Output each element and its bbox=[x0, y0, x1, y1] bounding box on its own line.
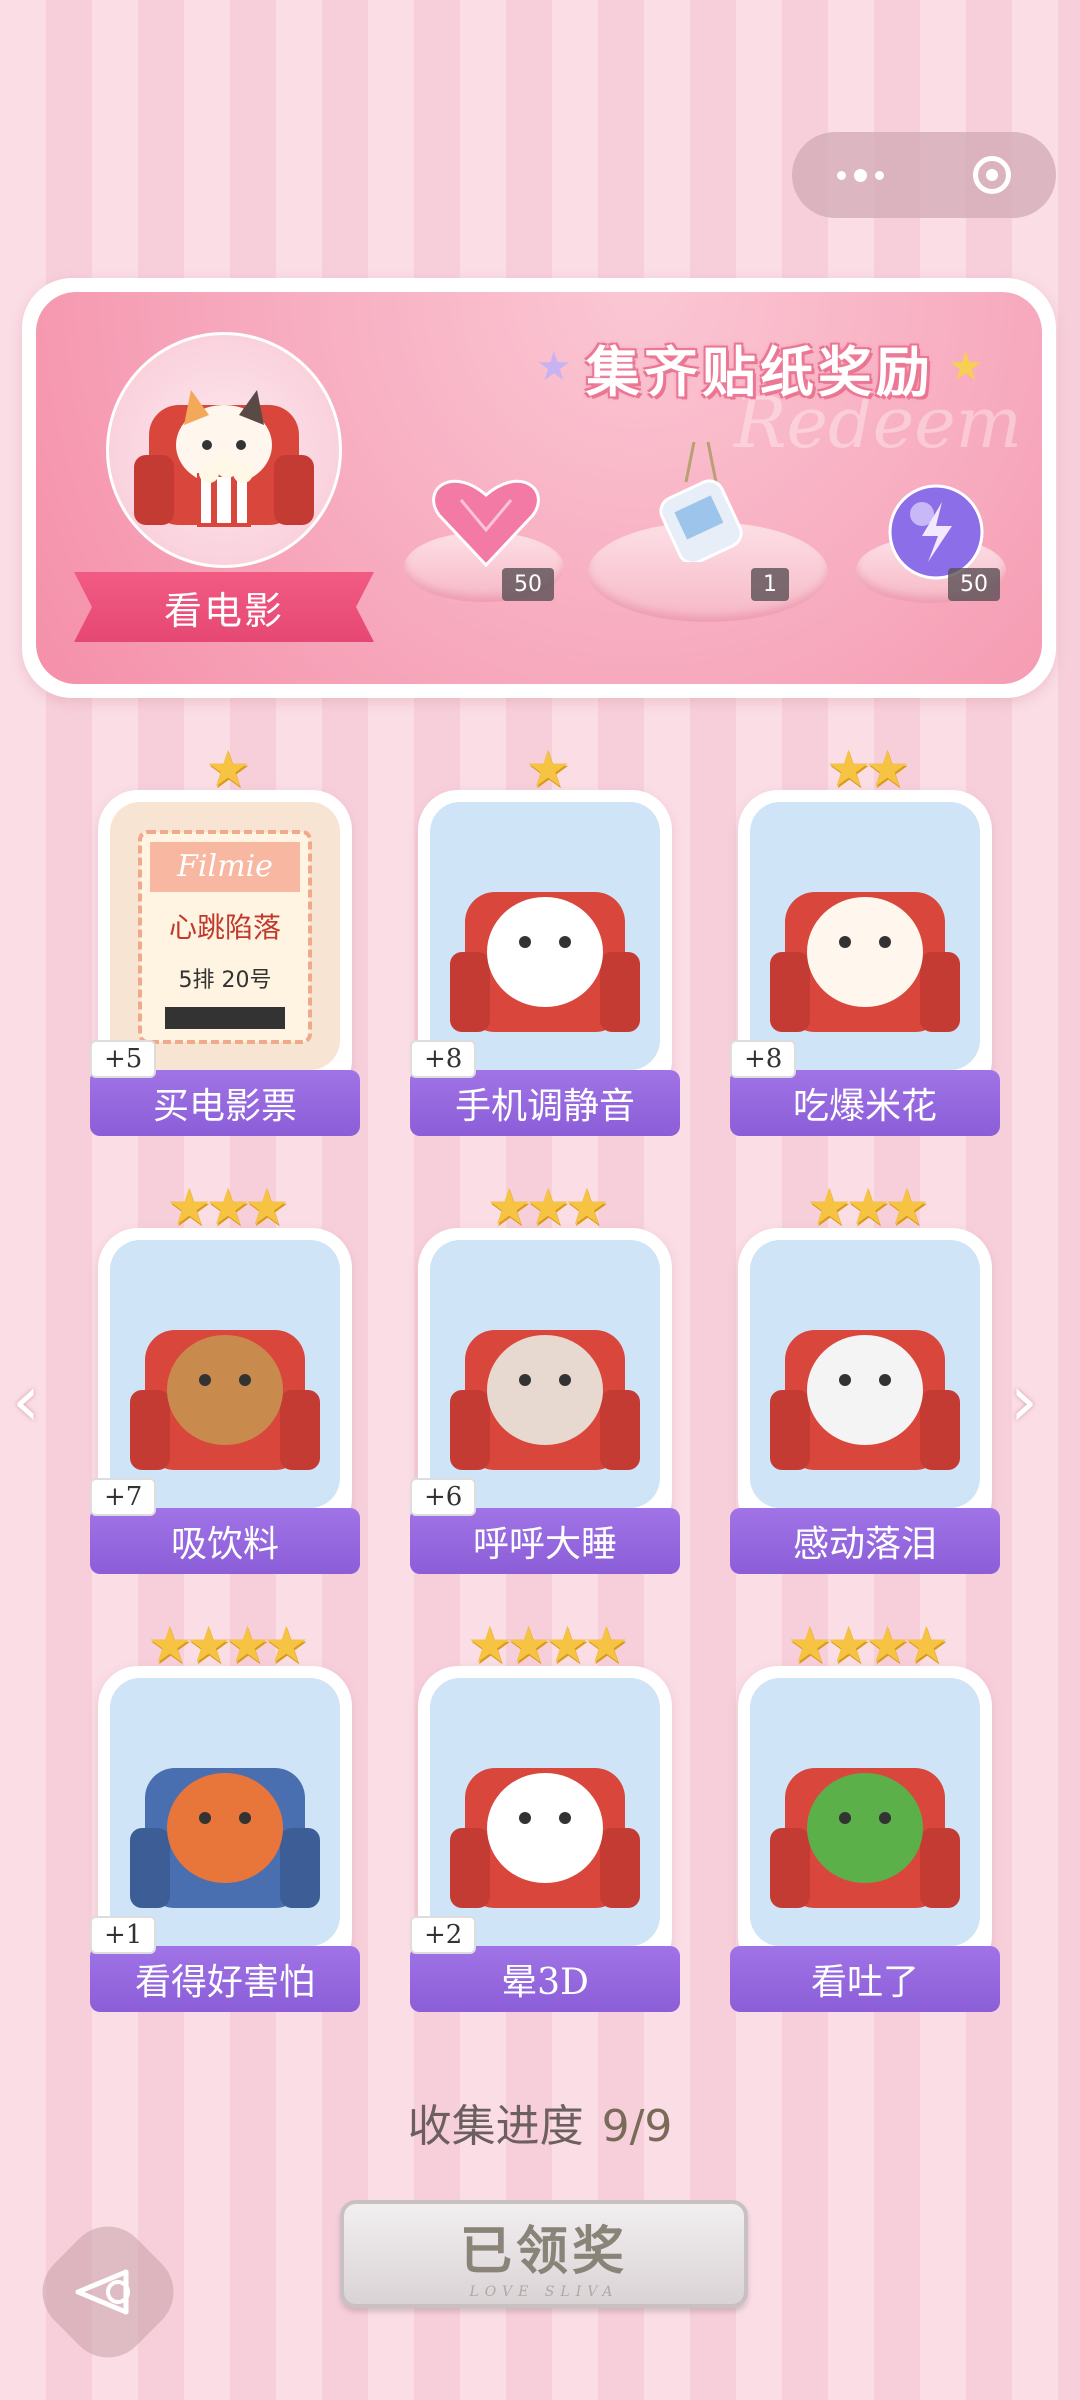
more-menu-icon[interactable] bbox=[836, 168, 884, 182]
sticker-label: 呼呼大睡 bbox=[472, 1524, 617, 1565]
collection-progress: 收集进度 9/9 bbox=[0, 2090, 1080, 2154]
claim-button-label: 已领奖 bbox=[459, 2221, 628, 2282]
sticker-label: 晕3D bbox=[501, 1962, 589, 2003]
sticker-label-bar: 手机调静音 bbox=[410, 1070, 680, 1136]
cat-cinema-avatar bbox=[106, 332, 342, 568]
sticker-label: 看得好害怕 bbox=[134, 1962, 315, 2003]
back-arrow-icon bbox=[75, 2269, 130, 2315]
sticker-label-bar: 感动落泪 bbox=[730, 1508, 1000, 1574]
sticker-label: 买电影票 bbox=[152, 1086, 297, 1127]
sticker-label-bar: 吃爆米花 bbox=[730, 1070, 1000, 1136]
dizzy-cat-icon bbox=[430, 1678, 660, 1946]
star-rating: ★★ bbox=[826, 740, 910, 798]
star-rating: ★★★★ bbox=[147, 1616, 308, 1674]
reward-count: 50 bbox=[502, 568, 554, 601]
sticker-label-bar: 看吐了 bbox=[730, 1946, 1000, 2012]
star-rating: ★★★★ bbox=[467, 1616, 628, 1674]
bonus-badge: +5 bbox=[90, 1040, 157, 1078]
star-rating: ★★★ bbox=[806, 1178, 929, 1236]
bonus-badge: +8 bbox=[730, 1040, 797, 1078]
sticker-card[interactable]: ★★ +8 吃爆米花 bbox=[730, 740, 1000, 1136]
sticker-label-bar: 买电影票 bbox=[90, 1070, 360, 1136]
claimed-reward-button[interactable]: 已领奖 LOVE SLIVA bbox=[340, 2200, 748, 2308]
reward-count: 1 bbox=[751, 568, 789, 601]
crystal-bottle-icon bbox=[659, 442, 743, 562]
panda-cry-icon bbox=[750, 1240, 980, 1508]
bonus-badge: +2 bbox=[410, 1916, 477, 1954]
sticker-label: 手机调静音 bbox=[454, 1086, 635, 1127]
sticker-label-bar: 看得好害怕 bbox=[90, 1946, 360, 2012]
sticker-card[interactable]: ★★★★ +1 看得好害怕 bbox=[90, 1616, 360, 2012]
sticker-card[interactable]: ★★★ 感动落泪 bbox=[730, 1178, 1000, 1574]
bonus-badge: +6 bbox=[410, 1478, 477, 1516]
sticker-label-bar: 吸饮料 bbox=[90, 1508, 360, 1574]
sticker-label: 吸饮料 bbox=[170, 1524, 279, 1565]
star-icon: ★ bbox=[947, 344, 984, 390]
sticker-card[interactable]: ★★★ +7 吸饮料 bbox=[90, 1178, 360, 1574]
star-icon: ★ bbox=[536, 344, 572, 390]
star-rating: ★ bbox=[525, 740, 571, 798]
close-target-icon[interactable] bbox=[973, 156, 1012, 194]
reward-count: 50 bbox=[948, 568, 1000, 601]
sticker-label-bar: 呼呼大睡 bbox=[410, 1508, 680, 1574]
claim-button-subtitle: LOVE SLIVA bbox=[469, 2283, 619, 2300]
star-rating: ★ bbox=[205, 740, 251, 798]
hamster-sleep-icon bbox=[430, 1240, 660, 1508]
sticker-label-bar: 晕3D bbox=[410, 1946, 680, 2012]
star-rating: ★★★★ bbox=[787, 1616, 948, 1674]
sticker-label: 感动落泪 bbox=[792, 1524, 937, 1565]
next-arrow-icon[interactable]: › bbox=[1010, 1360, 1038, 1442]
silent-phone-icon bbox=[430, 802, 660, 1070]
sticker-card[interactable]: ★★★★ 看吐了 bbox=[730, 1616, 1000, 2012]
ticket-title: 心跳陷落 bbox=[169, 911, 281, 944]
progress-value: 9/9 bbox=[601, 2101, 673, 2152]
bonus-badge: +1 bbox=[90, 1916, 157, 1954]
bonus-badge: +7 bbox=[90, 1478, 157, 1516]
ticket-seat: 5排 20号 bbox=[179, 968, 272, 993]
purple-lightning-orb-icon bbox=[888, 484, 984, 580]
prev-arrow-icon[interactable]: ‹ bbox=[12, 1360, 40, 1442]
sticker-label: 看吐了 bbox=[810, 1962, 919, 2003]
reward-banner: Redeem ★ 集齐贴纸奖励 ★ 看电影 50 1 50 bbox=[22, 278, 1056, 698]
scared-fox-icon bbox=[110, 1678, 340, 1946]
bonus-badge: +8 bbox=[410, 1040, 477, 1078]
crocodile-rainbow-icon bbox=[750, 1678, 980, 1946]
pink-heart-gem-icon bbox=[432, 479, 540, 568]
sticker-card[interactable]: ★ +8 手机调静音 bbox=[410, 740, 680, 1136]
movie-ticket-icon: Filmie 心跳陷落 5排 20号 bbox=[110, 802, 340, 1070]
star-rating: ★★★ bbox=[486, 1178, 609, 1236]
bear-drink-icon bbox=[110, 1240, 340, 1508]
movie-label: 看电影 bbox=[163, 588, 284, 633]
sticker-card[interactable]: ★★★ +6 呼呼大睡 bbox=[410, 1178, 680, 1574]
movie-theme-ribbon: 看电影 bbox=[74, 572, 374, 642]
cat-popcorn-icon bbox=[750, 802, 980, 1070]
ticket-brand: Filmie bbox=[176, 849, 273, 884]
sticker-label: 吃爆米花 bbox=[792, 1086, 937, 1127]
miniprogram-capsule bbox=[792, 132, 1056, 218]
sticker-card[interactable]: ★★★★ +2 晕3D bbox=[410, 1616, 680, 2012]
progress-label: 收集进度 bbox=[407, 2101, 584, 2152]
star-rating: ★★★ bbox=[166, 1178, 289, 1236]
sticker-card[interactable]: ★ Filmie 心跳陷落 5排 20号 +5 买电影票 bbox=[90, 740, 360, 1136]
banner-title: 集齐贴纸奖励 bbox=[585, 340, 934, 404]
